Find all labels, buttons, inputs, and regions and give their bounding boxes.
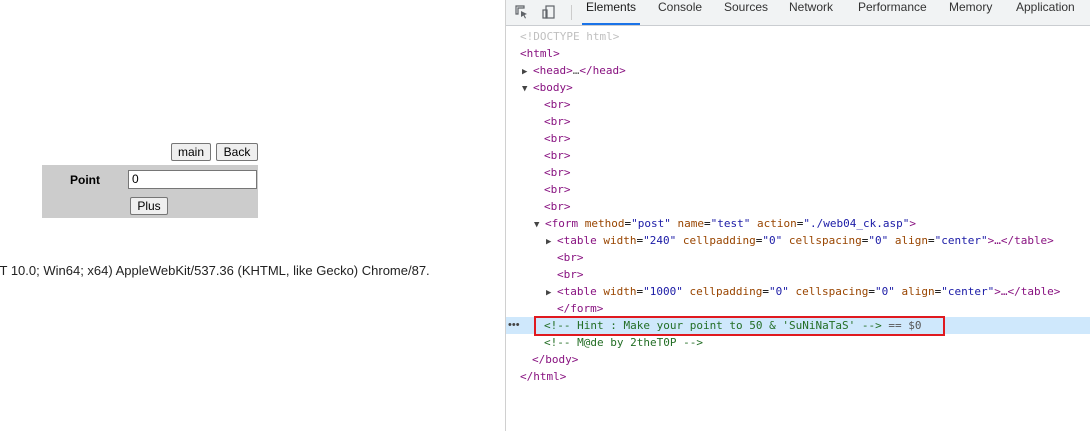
dom-br[interactable]: <br> [544,181,1090,198]
dom-br[interactable]: <br> [544,130,1090,147]
dom-head[interactable]: ▶ <head>…</head> [522,62,1090,79]
collapse-triangle-icon[interactable]: ▼ [522,81,533,98]
tab-sources[interactable]: Sources [724,0,768,25]
dom-br[interactable]: <br> [544,147,1090,164]
dom-br[interactable]: <br> [544,113,1090,130]
tab-application[interactable]: Application [1016,0,1075,25]
tab-console[interactable]: Console [658,0,702,25]
dom-table-2[interactable]: ▶ <table width="1000" cellpadding="0" cel… [546,283,1090,300]
node-actions-dots-icon[interactable]: ••• [508,319,520,331]
tab-memory[interactable]: Memory [949,0,992,25]
back-button[interactable]: Back [216,143,258,161]
dom-body-open[interactable]: ▼ <body> [522,79,1090,96]
tab-elements[interactable]: Elements [582,0,641,25]
expand-triangle-icon[interactable]: ▶ [546,285,557,302]
tab-network[interactable]: Network [789,0,833,25]
devtools-panel: Elements Console Sources Network Perform… [505,0,1090,431]
dom-table-1[interactable]: ▶ <table width="240" cellpadding="0" cell… [546,232,1090,249]
dom-made-comment[interactable]: <!-- M@de by 2theT0P --> [544,334,1090,351]
inspect-element-icon[interactable] [515,5,529,19]
point-input[interactable]: 0 [128,170,257,189]
user-agent-text: s NT 10.0; Win64; x64) AppleWebKit/537.3… [0,263,430,278]
hint-highlight-box [534,316,945,336]
devtools-tabbar: Elements Console Sources Network Perform… [506,0,1090,26]
plus-button[interactable]: Plus [130,197,168,215]
tab-performance[interactable]: Performance [858,0,927,25]
dom-br[interactable]: <br> [557,266,1090,283]
dom-html-close[interactable]: </html> [520,368,1090,385]
dom-html-open[interactable]: <html> [520,45,1090,62]
dom-br[interactable]: <br> [544,198,1090,215]
dom-br[interactable]: <br> [544,164,1090,181]
dom-form-open[interactable]: ▼ <form method="post" name="test" action=… [534,215,1090,232]
expand-triangle-icon[interactable]: ▶ [546,234,557,251]
webpage-pane: main Back Point 0 Plus s NT 10.0; Win64;… [0,0,505,431]
dom-br[interactable]: <br> [557,249,1090,266]
main-button[interactable]: main [171,143,211,161]
dom-br[interactable]: <br> [544,96,1090,113]
dom-form-close[interactable]: </form> [557,300,1090,317]
device-toolbar-icon[interactable] [542,5,556,19]
collapse-triangle-icon[interactable]: ▼ [534,217,545,234]
point-label: Point [70,173,100,187]
dom-doctype[interactable]: <!DOCTYPE html> [520,28,1090,45]
toolbar-separator [571,5,572,20]
dom-body-close[interactable]: </body> [532,351,1090,368]
